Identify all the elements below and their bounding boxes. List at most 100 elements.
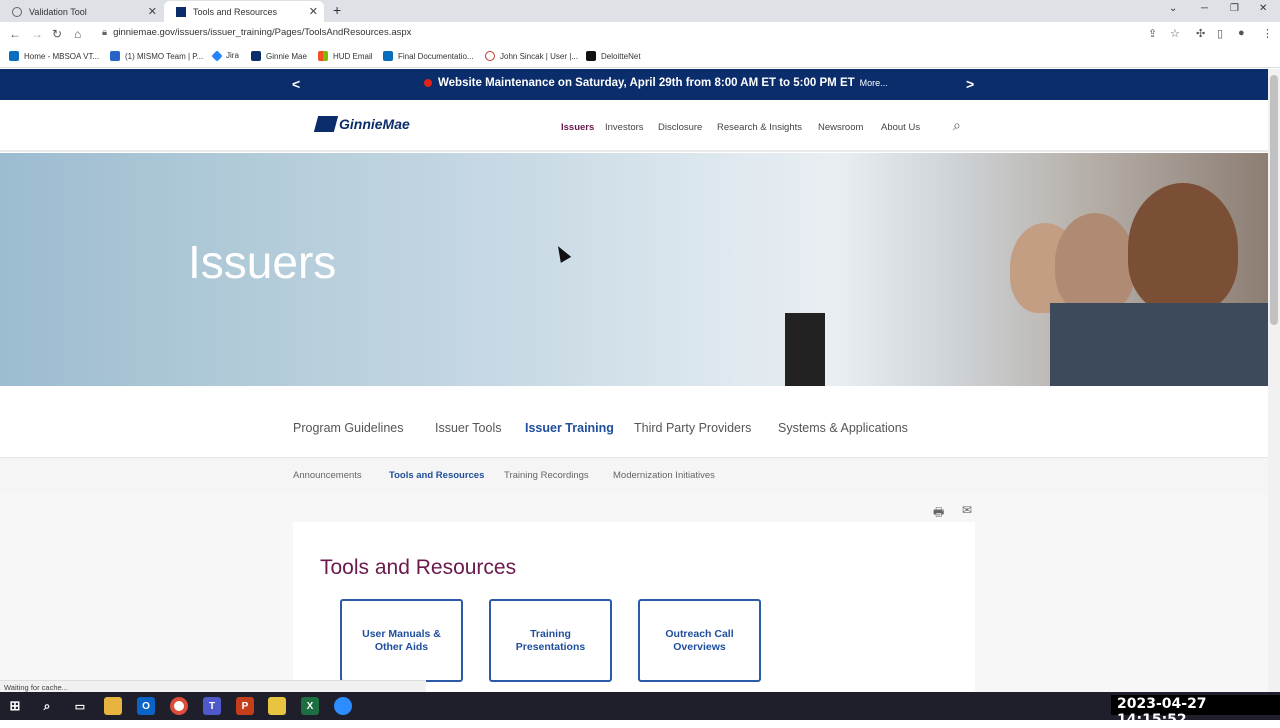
bookmark-label: Jira	[226, 51, 239, 60]
notepad-icon[interactable]	[268, 697, 286, 715]
email-icon[interactable]: ✉	[962, 503, 972, 517]
sub-nav-tools-and-resources[interactable]: Tools and Resources	[389, 470, 484, 481]
zoom-icon[interactable]	[334, 697, 352, 715]
window-close-icon[interactable]: ✕	[1259, 3, 1267, 14]
nav-about-us[interactable]: About Us	[881, 122, 920, 133]
bookmark-item[interactable]: John Sincak | User |...	[485, 51, 578, 61]
url-text: ginniemae.gov/issuers/issuer_training/Pa…	[113, 27, 412, 38]
status-bar: Waiting for cache...	[0, 680, 426, 692]
hero-banner: Issuers	[0, 153, 1268, 386]
bookmark-item[interactable]: Home - MBSOA VT...	[9, 51, 99, 61]
task-view-icon[interactable]: ▭	[71, 697, 89, 715]
restore-icon[interactable]: ❐	[1230, 3, 1239, 14]
jira-icon	[211, 49, 223, 62]
bookmarks-bar: Home - MBSOA VT... (1) MISMO Team | P...…	[0, 46, 1280, 68]
bookmark-label: HUD Email	[333, 51, 373, 61]
windows-taskbar: ⊞ ⌕ ▭ O T P X	[0, 692, 1280, 720]
profile-icon[interactable]: ●	[1238, 27, 1245, 39]
url-field[interactable]: 🔒︎ ginniemae.gov/issuers/issuer_training/…	[102, 27, 411, 38]
print-icon[interactable]: 🖶	[933, 503, 944, 524]
ginnie-mae-logo[interactable]: GinnieMae	[313, 116, 410, 132]
section-nav-systems-applications[interactable]: Systems & Applications	[778, 421, 908, 435]
home-icon[interactable]: ⌂	[74, 27, 81, 41]
bookmark-label: John Sincak | User |...	[500, 51, 578, 61]
powerpoint-icon[interactable]: P	[236, 697, 254, 715]
content-card: Tools and Resources User Manuals & Other…	[293, 522, 975, 692]
close-icon[interactable]: ✕	[309, 5, 318, 18]
timestamp-overlay: 2023-04-27 14:15:52	[1111, 695, 1280, 728]
search-icon[interactable]: ⌕	[38, 697, 56, 715]
sub-nav-modernization-initiatives[interactable]: Modernization Initiatives	[613, 470, 715, 481]
tab-tools-and-resources[interactable]: Tools and Resources ✕	[164, 1, 324, 22]
file-explorer-icon[interactable]	[104, 697, 122, 715]
sub-nav-announcements[interactable]: Announcements	[293, 470, 362, 481]
share-icon[interactable]: ⇪	[1148, 27, 1157, 40]
page-scrollbar[interactable]	[1268, 69, 1280, 692]
sub-nav-training-recordings[interactable]: Training Recordings	[504, 470, 589, 481]
scrollbar-thumb[interactable]	[1270, 75, 1278, 325]
bookmark-item[interactable]: DeloitteNet	[586, 51, 641, 61]
bookmark-label: Ginnie Mae	[266, 51, 307, 61]
deloitte-icon	[586, 51, 596, 61]
close-icon[interactable]: ✕	[148, 5, 157, 18]
bookmark-item[interactable]: Jira	[211, 49, 239, 62]
section-nav-issuer-training[interactable]: Issuer Training	[525, 421, 614, 435]
browser-tab-strip: Validation Tool ✕ Tools and Resources ✕ …	[0, 0, 1280, 22]
nav-disclosure[interactable]: Disclosure	[658, 122, 702, 133]
banner-more-link[interactable]: More...	[860, 78, 888, 88]
sub-nav: Announcements Tools and Resources Traini…	[0, 458, 1268, 494]
section-nav-third-party-providers[interactable]: Third Party Providers	[634, 421, 751, 435]
ginnie-mae-icon	[251, 51, 261, 61]
bookmark-item[interactable]: (1) MISMO Team | P...	[110, 51, 203, 61]
tab-title: Validation Tool	[29, 6, 87, 17]
menu-icon[interactable]: ⋮	[1262, 27, 1273, 40]
site-header: GinnieMae Issuers Investors Disclosure R…	[0, 100, 1268, 152]
hero-photo-person	[1055, 213, 1135, 313]
bookmark-label: Home - MBSOA VT...	[24, 51, 100, 61]
bookmark-item[interactable]: Ginnie Mae	[251, 51, 307, 61]
extensions-icon[interactable]: ✣	[1196, 27, 1205, 40]
sharepoint-icon	[383, 51, 393, 61]
nav-investors[interactable]: Investors	[605, 122, 644, 133]
tab-validation-tool[interactable]: Validation Tool ✕	[0, 1, 163, 22]
new-tab-icon[interactable]: +	[333, 2, 341, 18]
windows-start-icon[interactable]: ⊞	[6, 697, 24, 715]
tile-training-presentations[interactable]: Training Presentations	[489, 599, 612, 682]
nav-newsroom[interactable]: Newsroom	[818, 122, 863, 133]
hero-photo-monitor	[785, 313, 825, 386]
forward-icon[interactable]: →	[31, 27, 43, 41]
section-nav-program-guidelines[interactable]: Program Guidelines	[293, 421, 403, 435]
chrome-icon[interactable]	[170, 697, 188, 715]
minimize-icon[interactable]: ─	[1201, 3, 1208, 14]
bookmark-item[interactable]: HUD Email	[318, 51, 373, 61]
search-icon[interactable]: ⌕	[953, 117, 961, 134]
bookmark-star-icon[interactable]: ☆	[1170, 27, 1180, 40]
hero-photo-suits	[1050, 303, 1268, 386]
side-panel-icon[interactable]: ▯	[1217, 27, 1223, 40]
back-icon[interactable]: ←	[9, 27, 21, 41]
lock-icon: 🔒︎	[102, 27, 108, 38]
outlook-icon[interactable]: O	[137, 697, 155, 715]
section-nav: Program Guidelines Issuer Tools Issuer T…	[0, 400, 1268, 458]
banner-next-button[interactable]: >	[966, 76, 974, 92]
banner-prev-button[interactable]: <	[292, 76, 300, 92]
tab-search-icon[interactable]: ⌄	[1169, 3, 1177, 14]
section-nav-issuer-tools[interactable]: Issuer Tools	[435, 421, 501, 435]
tile-outreach-call-overviews[interactable]: Outreach Call Overviews	[638, 599, 761, 682]
globe-icon	[12, 6, 22, 17]
reload-icon[interactable]: ↻	[52, 27, 62, 41]
nav-research-insights[interactable]: Research & Insights	[717, 122, 802, 133]
tile-user-manuals[interactable]: User Manuals & Other Aids	[340, 599, 463, 682]
teams-icon[interactable]: T	[203, 697, 221, 715]
bookmark-item[interactable]: Final Documentatio...	[383, 51, 474, 61]
page-title: Tools and Resources	[320, 556, 517, 579]
logo-mark-icon	[313, 116, 339, 132]
ginnie-mae-favicon-icon	[176, 6, 186, 17]
banner-message: Website Maintenance on Saturday, April 2…	[424, 77, 888, 89]
excel-icon[interactable]: X	[301, 697, 319, 715]
bookmark-label: (1) MISMO Team | P...	[125, 51, 204, 61]
logo-text: GinnieMae	[339, 116, 410, 132]
tab-title: Tools and Resources	[193, 6, 278, 17]
banner-text: Website Maintenance on Saturday, April 2…	[438, 77, 855, 89]
nav-issuers[interactable]: Issuers	[561, 122, 594, 133]
